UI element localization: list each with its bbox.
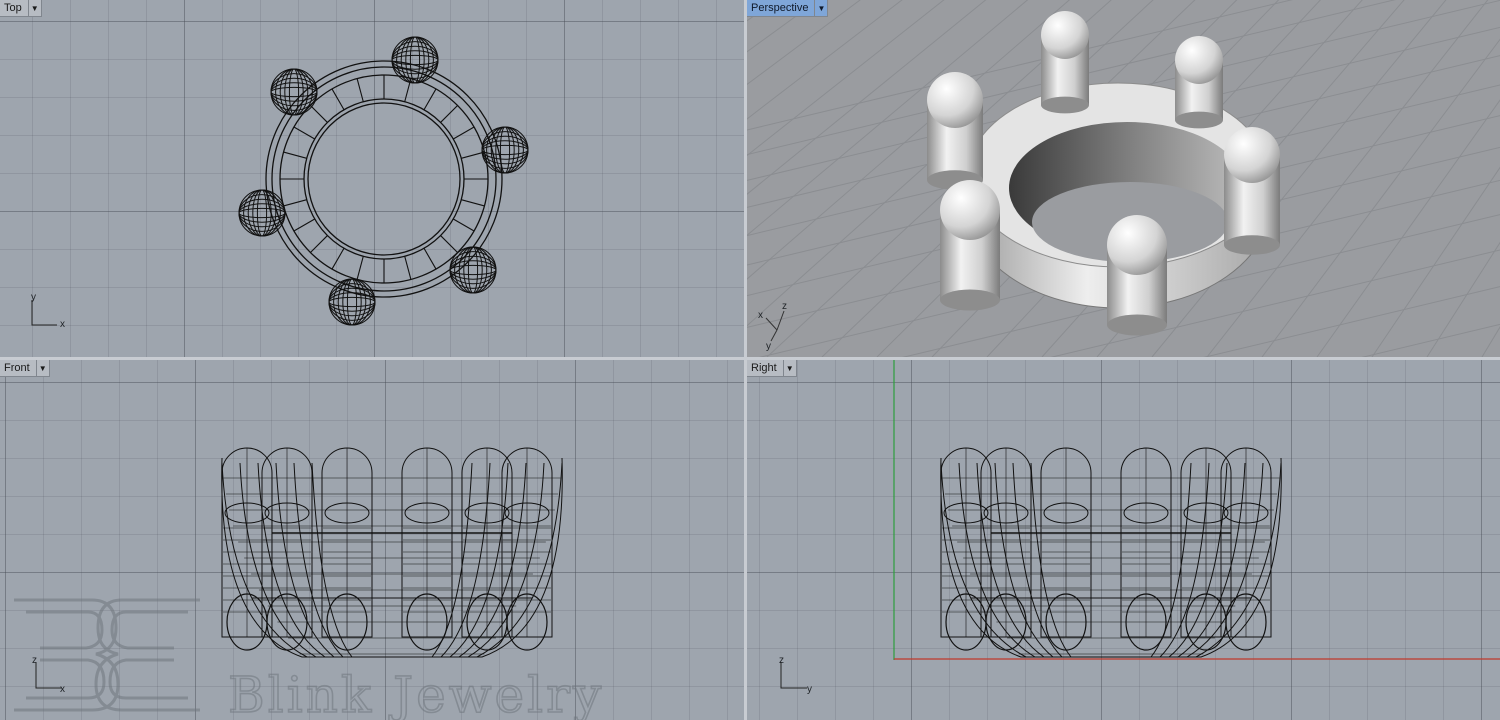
ring-wireframe-right bbox=[940, 447, 1282, 658]
axis-widget: y x bbox=[31, 292, 65, 330]
viewport-title: Right bbox=[751, 362, 777, 374]
axis-label-z: z bbox=[782, 301, 787, 312]
prong bbox=[1224, 127, 1280, 255]
axis-label-x: x bbox=[758, 310, 763, 321]
prong bbox=[1041, 11, 1089, 114]
chevron-down-icon[interactable]: ▼ bbox=[27, 0, 41, 16]
prong-sphere bbox=[238, 189, 286, 237]
prong bbox=[1175, 36, 1223, 129]
axis-label-x: x bbox=[60, 684, 65, 695]
front-view-wireframe: Blink Jewelry z x bbox=[14, 447, 604, 720]
viewport-title: Perspective bbox=[751, 2, 809, 14]
right-view-wireframe: z y bbox=[779, 360, 1500, 695]
blink-jewelry-logo: Blink Jewelry bbox=[14, 598, 604, 720]
viewport-tab-top[interactable]: Top ▼ bbox=[0, 0, 42, 17]
prong-sphere bbox=[270, 68, 318, 116]
prong bbox=[940, 180, 1000, 311]
viewport-perspective[interactable]: Perspective ▼ x z y bbox=[747, 0, 1500, 357]
viewport-title: Top bbox=[4, 2, 22, 14]
viewport-front[interactable]: Front ▼ Blink Jewelry z x bbox=[0, 360, 744, 720]
axis-label-x: x bbox=[60, 319, 65, 330]
ring-facets bbox=[280, 75, 488, 283]
chevron-down-icon[interactable]: ▼ bbox=[814, 0, 827, 16]
ring-wireframe-front bbox=[221, 447, 563, 658]
axis-label-z: z bbox=[32, 655, 37, 666]
viewport-right[interactable]: Right ▼ z y bbox=[747, 360, 1500, 720]
axis-label-z: z bbox=[779, 655, 784, 666]
chevron-down-icon[interactable]: ▼ bbox=[782, 360, 796, 376]
watermark-text: Blink Jewelry bbox=[228, 666, 604, 720]
top-view-wireframe: y x bbox=[31, 36, 529, 330]
axis-label-y: y bbox=[807, 684, 812, 695]
viewport-tab-right[interactable]: Right ▼ bbox=[747, 360, 797, 377]
chevron-down-icon[interactable]: ▼ bbox=[35, 360, 49, 376]
axis-label-y: y bbox=[31, 292, 36, 303]
prong-sphere bbox=[449, 246, 497, 294]
prong bbox=[927, 72, 983, 190]
axis-widget: z y bbox=[779, 655, 812, 695]
viewport-tab-front[interactable]: Front ▼ bbox=[0, 360, 50, 377]
prong bbox=[1107, 215, 1167, 336]
prong-sphere bbox=[481, 126, 529, 174]
axis-label-y: y bbox=[766, 341, 771, 352]
prong-sphere bbox=[391, 36, 439, 84]
perspective-render: x z y bbox=[747, 0, 1500, 357]
axis-widget: x z y bbox=[758, 301, 787, 352]
viewport-tab-perspective[interactable]: Perspective ▼ bbox=[747, 0, 829, 17]
viewport-top[interactable]: Top ▼ y x bbox=[0, 0, 744, 357]
viewport-title: Front bbox=[4, 362, 30, 374]
